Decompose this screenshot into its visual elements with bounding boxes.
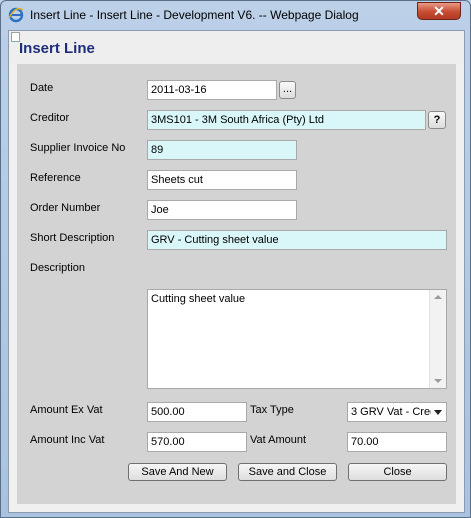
dialog-content: Insert Line Date 2011-03-16 ... Creditor… xyxy=(8,30,465,513)
tax-type-label: Tax Type xyxy=(250,404,294,416)
window-title: Insert Line - Insert Line - Development … xyxy=(30,8,359,22)
chevron-down-icon[interactable] xyxy=(432,406,444,418)
description-label: Description xyxy=(30,262,86,274)
tax-type-select[interactable]: 3 GRV Vat - Credit xyxy=(347,402,447,422)
reference-label: Reference xyxy=(30,172,81,184)
save-and-close-button[interactable]: Save and Close xyxy=(238,463,337,481)
close-icon: ✕ xyxy=(433,3,445,19)
short-description-field[interactable]: GRV - Cutting sheet value xyxy=(147,230,447,250)
internet-explorer-icon xyxy=(8,7,24,23)
date-picker-button[interactable]: ... xyxy=(279,81,296,99)
description-textarea[interactable]: Cutting sheet value xyxy=(147,289,447,389)
creditor-help-button[interactable]: ? xyxy=(428,111,446,129)
vat-amount-field[interactable]: 70.00 xyxy=(347,432,447,452)
dialog-window: Insert Line - Insert Line - Development … xyxy=(0,0,471,518)
insert-line-form: Date 2011-03-16 ... Creditor 3MS101 - 3M… xyxy=(17,64,456,504)
close-window-button[interactable]: ✕ xyxy=(417,2,461,20)
amount-inc-vat-label: Amount Inc Vat xyxy=(30,434,105,446)
scroll-up-arrow-icon[interactable] xyxy=(434,295,442,299)
creditor-field[interactable]: 3MS101 - 3M South Africa (Pty) Ltd xyxy=(147,110,426,130)
heading-area: Insert Line xyxy=(9,31,464,64)
close-button[interactable]: Close xyxy=(348,463,447,481)
supplier-invoice-field[interactable]: 89 xyxy=(147,140,297,160)
vat-amount-label: Vat Amount xyxy=(250,434,307,446)
order-number-field[interactable]: Joe xyxy=(147,200,297,220)
date-label: Date xyxy=(30,82,54,94)
short-description-label: Short Description xyxy=(30,232,115,244)
description-text: Cutting sheet value xyxy=(151,293,246,305)
reference-field[interactable]: Sheets cut xyxy=(147,170,297,190)
tax-type-value: 3 GRV Vat - Credit xyxy=(351,406,431,418)
save-and-new-button[interactable]: Save And New xyxy=(128,463,227,481)
title-bar[interactable]: Insert Line - Insert Line - Development … xyxy=(1,1,470,29)
description-scrollbar[interactable] xyxy=(429,290,446,388)
creditor-label: Creditor xyxy=(30,112,70,124)
amount-ex-vat-field[interactable]: 500.00 xyxy=(147,402,247,422)
scroll-down-arrow-icon[interactable] xyxy=(434,379,442,383)
amount-ex-vat-label: Amount Ex Vat xyxy=(30,404,103,416)
order-number-label: Order Number xyxy=(30,202,101,214)
date-field[interactable]: 2011-03-16 xyxy=(147,80,277,100)
amount-inc-vat-field[interactable]: 570.00 xyxy=(147,432,247,452)
page-title: Insert Line xyxy=(19,40,95,57)
supplier-invoice-label: Supplier Invoice No xyxy=(30,142,126,154)
